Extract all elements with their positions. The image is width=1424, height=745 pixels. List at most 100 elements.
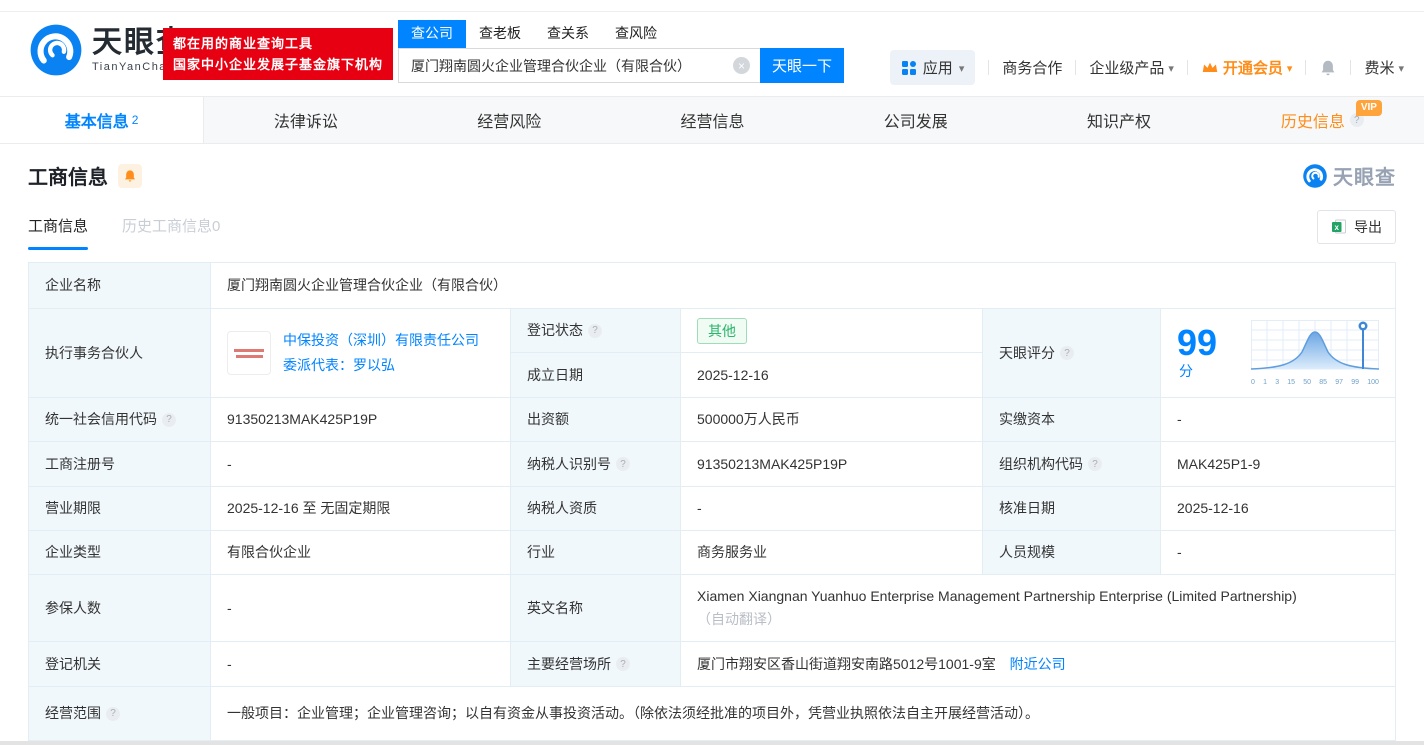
chevron-down-icon (1287, 59, 1293, 76)
score-number: 99分 (1177, 321, 1218, 379)
nav-open-membership[interactable]: 开通会员 (1201, 57, 1293, 78)
search-button[interactable]: 天眼一下 (760, 48, 844, 83)
monitor-bell-button[interactable] (118, 163, 142, 188)
tianyan-score-value[interactable]: 99分 0 1 3 15 50 85 97 99 100 (1160, 308, 1396, 398)
business-reg-no-value: - (210, 441, 511, 487)
table-row: 企业类型 有限合伙企业 行业 商务服务业 人员规模 - (28, 530, 1396, 575)
top-divider (0, 0, 1424, 12)
table-row: 登记机关 - 主要经营场所 厦门市翔安区香山街道翔安南路5012号1001-9室… (28, 641, 1396, 687)
apps-menu[interactable]: 应用 (889, 50, 976, 85)
help-icon[interactable] (1060, 346, 1074, 360)
table-row: 营业期限 2025-12-16 至 无固定期限 纳税人资质 - 核准日期 202… (28, 486, 1396, 531)
subtab-history-business-info[interactable]: 历史工商信息0 (122, 215, 220, 250)
tianyancha-watermark-icon (1303, 163, 1327, 188)
apps-label: 应用 (922, 60, 953, 77)
credit-code-value: 91350213MAK425P19P (210, 397, 511, 442)
help-icon[interactable] (1088, 457, 1102, 471)
credit-code-label: 统一社会信用代码 (28, 397, 211, 442)
contribution-value: 500000万人民币 (680, 397, 983, 442)
business-reg-no-label: 工商注册号 (28, 441, 211, 487)
search-area: 查公司 查老板 查关系 查风险 天眼一下 (398, 20, 844, 83)
tab-operation-risk[interactable]: 经营风险 (408, 97, 611, 143)
help-icon[interactable] (616, 657, 630, 671)
registration-status-value: 其他 (680, 308, 983, 353)
paid-in-capital-label: 实缴资本 (982, 397, 1161, 442)
contribution-label: 出资额 (510, 397, 681, 442)
tianyancha-logo-icon (30, 24, 82, 76)
chevron-down-icon (959, 59, 965, 76)
search-tab-company[interactable]: 查公司 (398, 20, 466, 48)
business-scope-value: 一般项目：企业管理；企业管理咨询；以自有资金从事投资活动。（除依法须经批准的项目… (210, 686, 1396, 741)
tianyan-score-label: 天眼评分 (982, 308, 1161, 398)
watermark-text: 天眼查 (1333, 167, 1396, 189)
table-row: 工商注册号 - 纳税人识别号 91350213MAK425P19P 组织机构代码… (28, 441, 1396, 487)
business-term-label: 营业期限 (28, 486, 211, 531)
crown-icon (1202, 62, 1218, 72)
chevron-down-icon (1168, 59, 1174, 76)
user-menu[interactable]: 费米 (1364, 57, 1404, 78)
org-code-label: 组织机构代码 (982, 441, 1161, 487)
section-title: 工商信息 (28, 167, 108, 189)
company-name-label: 企业名称 (28, 262, 211, 309)
english-name-value: Xiamen Xiangnan Yuanhuo Enterprise Manag… (680, 574, 1396, 642)
search-tab-boss[interactable]: 查老板 (466, 20, 534, 48)
search-input[interactable] (398, 48, 760, 83)
tab-basic-info[interactable]: 基本信息 2 (0, 97, 205, 143)
table-row: 执行事务合伙人 中保投资（深圳）有限责任公司 委派代表：罗以弘 登记状态 其他 … (28, 308, 1396, 398)
help-icon[interactable] (616, 457, 630, 471)
taxpayer-id-label: 纳税人识别号 (510, 441, 681, 487)
table-row: 经营范围 一般项目：企业管理；企业管理咨询；以自有资金从事投资活动。（除依法须经… (28, 686, 1396, 741)
managing-partner-label: 执行事务合伙人 (28, 308, 211, 398)
business-info-table: 企业名称 厦门翔南圆火企业管理合伙企业（有限合伙） 执行事务合伙人 中保投资（深… (28, 262, 1396, 741)
org-code-value: MAK425P1-9 (1160, 441, 1396, 487)
company-type-label: 企业类型 (28, 530, 211, 575)
score-chart: 0 1 3 15 50 85 97 99 100 (1250, 319, 1380, 387)
business-info-section: 工商信息 天眼查 工商信息 历史工商信息0 x 导出 企业名称 厦门翔南圆火企业… (0, 161, 1424, 741)
help-icon[interactable] (588, 323, 602, 338)
search-tab-relation[interactable]: 查关系 (534, 20, 602, 48)
company-type-value: 有限合伙企业 (210, 530, 511, 575)
notification-bell-icon[interactable] (1319, 59, 1337, 77)
bottom-divider (0, 741, 1424, 745)
taxpayer-id-value: 91350213MAK425P19P (680, 441, 983, 487)
help-icon[interactable] (106, 706, 120, 721)
clear-icon[interactable] (733, 57, 750, 74)
tab-operation-info[interactable]: 经营信息 (611, 97, 814, 143)
business-term-value: 2025-12-16 至 无固定期限 (210, 486, 511, 531)
staff-size-label: 人员规模 (982, 530, 1161, 575)
taxpayer-qualification-label: 纳税人资质 (510, 486, 681, 531)
nav-business-cooperation[interactable]: 商务合作 (1002, 57, 1062, 78)
help-icon[interactable] (162, 412, 176, 427)
site-header: 天眼查 TianYanCha.com 都在用的商业查询工具 国家中小企业发展子基… (0, 12, 1424, 96)
tab-company-development[interactable]: 公司发展 (814, 97, 1017, 143)
score-axis-ticks: 0 1 3 15 50 85 97 99 100 (1251, 378, 1379, 386)
apps-grid-icon (901, 60, 916, 75)
business-address-label: 主要经营场所 (510, 641, 681, 687)
export-button[interactable]: x 导出 (1317, 210, 1396, 244)
managing-partner-value: 中保投资（深圳）有限责任公司 委派代表：罗以弘 (210, 308, 511, 398)
establishment-date-label: 成立日期 (510, 352, 681, 398)
subtab-history-count: 0 (212, 217, 221, 235)
tianyancha-watermark: 天眼查 (1302, 161, 1396, 190)
header-right-nav: 应用 商务合作 企业级产品 开通会员 费米 (889, 50, 1404, 85)
approval-date-label: 核准日期 (982, 486, 1161, 531)
tab-intellectual-property[interactable]: 知识产权 (1017, 97, 1220, 143)
insured-count-label: 参保人数 (28, 574, 211, 642)
search-tab-risk[interactable]: 查风险 (602, 20, 670, 48)
partner-company-link[interactable]: 中保投资（深圳）有限责任公司 (283, 330, 479, 351)
chevron-down-icon (1398, 59, 1404, 76)
establishment-date-value: 2025-12-16 (680, 352, 983, 398)
tab-history-info[interactable]: VIP 历史信息 (1221, 97, 1424, 143)
tab-legal-proceedings[interactable]: 法律诉讼 (204, 97, 407, 143)
business-scope-label: 经营范围 (28, 686, 211, 741)
subtab-business-info[interactable]: 工商信息 (28, 215, 89, 250)
svg-text:x: x (1334, 223, 1339, 232)
tab-basic-info-count: 2 (131, 113, 139, 127)
company-page-tabs: 基本信息 2 法律诉讼 经营风险 经营信息 公司发展 知识产权 VIP 历史信息 (0, 96, 1424, 144)
nearby-companies-link[interactable]: 附近公司 (1010, 656, 1066, 672)
insured-count-value: - (210, 574, 511, 642)
partner-delegate-link[interactable]: 委派代表：罗以弘 (283, 355, 479, 376)
partner-company-logo[interactable] (227, 331, 271, 375)
nav-enterprise-products[interactable]: 企业级产品 (1089, 57, 1174, 78)
bell-icon (125, 169, 135, 182)
